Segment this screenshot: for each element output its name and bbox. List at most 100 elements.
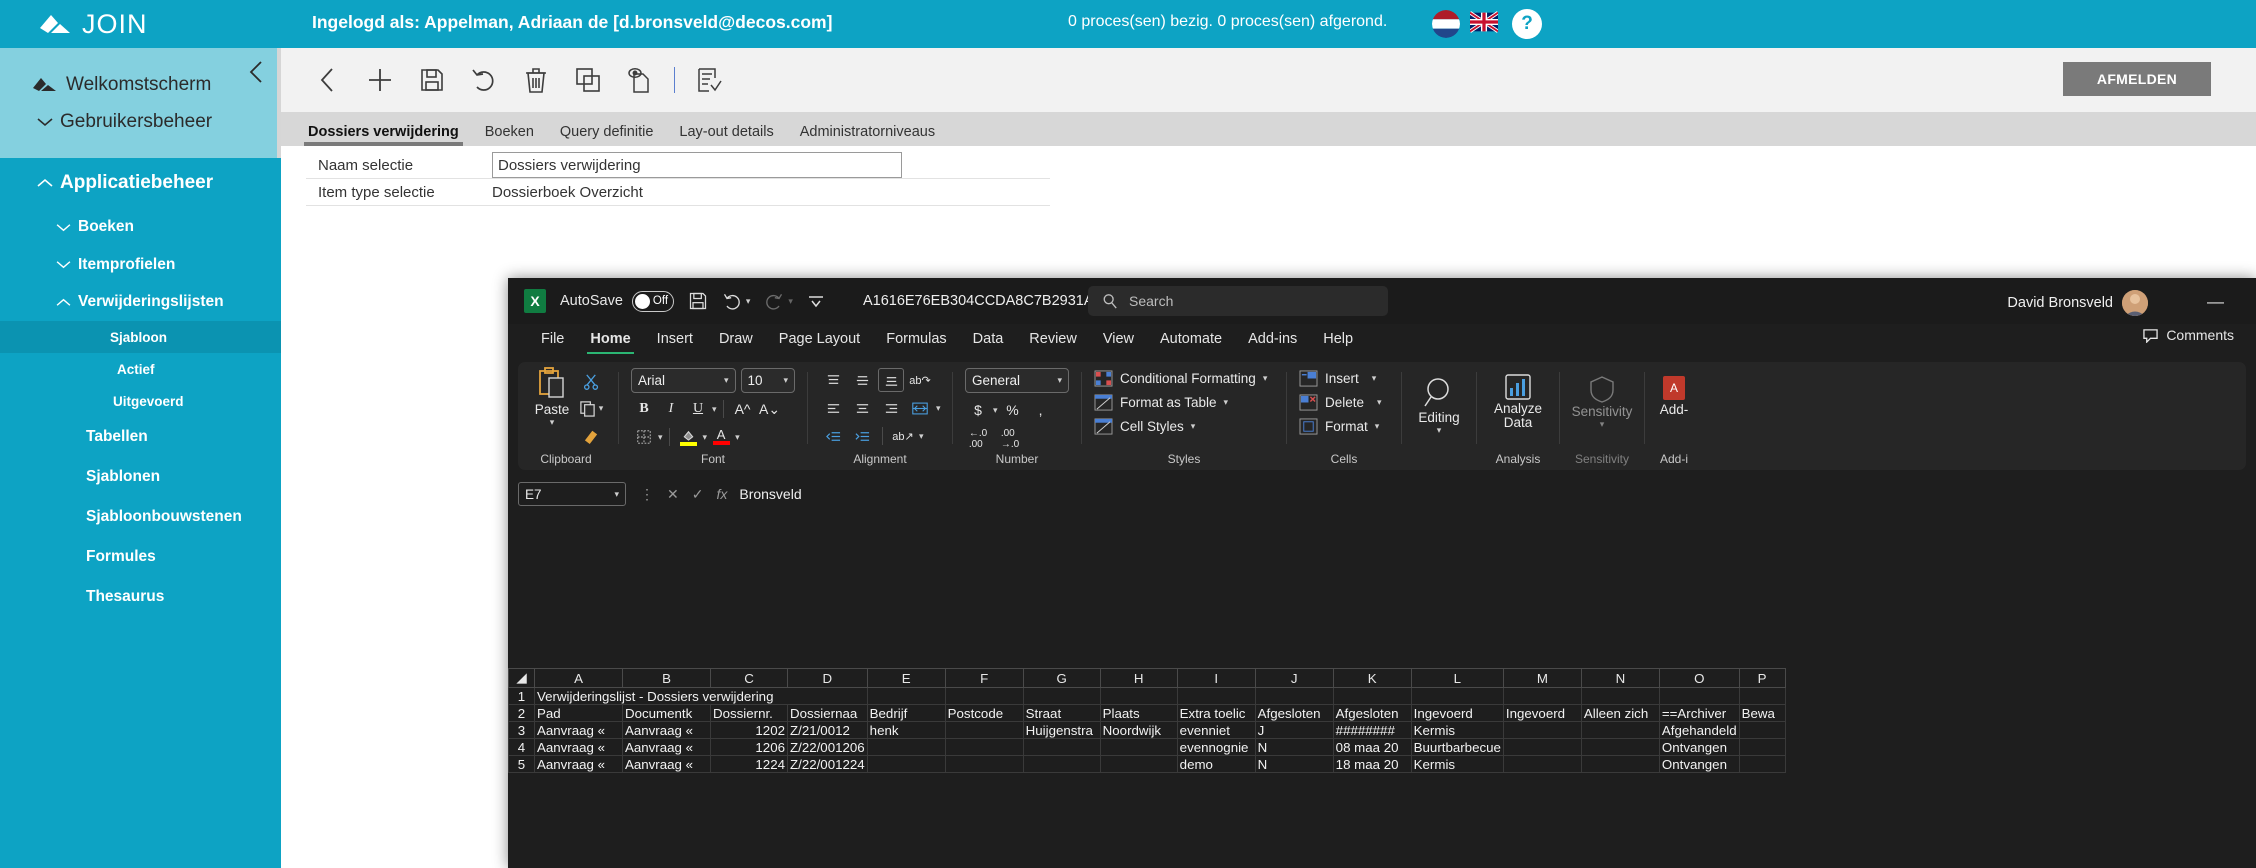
wrap-dropdown-icon[interactable]: ▾: [919, 431, 924, 442]
naam-selectie-input[interactable]: Dossiers verwijdering: [492, 152, 902, 178]
cell[interactable]: 1202: [710, 721, 788, 739]
align-top-icon[interactable]: [820, 368, 846, 392]
tab-review[interactable]: Review: [1016, 331, 1090, 347]
column-header-f[interactable]: F: [944, 668, 1024, 688]
tab-draw[interactable]: Draw: [706, 331, 766, 347]
sidebar-collapse-icon[interactable]: [243, 58, 271, 86]
cell[interactable]: Ingevoerd: [1502, 704, 1582, 722]
merge-center-icon[interactable]: [907, 396, 933, 420]
cell[interactable]: Pad: [534, 704, 623, 722]
select-all-corner[interactable]: ◢: [508, 668, 535, 688]
column-header-i[interactable]: I: [1176, 668, 1256, 688]
cell[interactable]: Aanvraag «: [534, 721, 623, 739]
decrease-indent-icon[interactable]: [820, 424, 846, 448]
cell[interactable]: 08 maa 20: [1332, 738, 1412, 756]
sidebar-item-sjabloonbouwstenen[interactable]: Sjabloonbouwstenen: [0, 497, 281, 537]
chevron-down-icon[interactable]: ▾: [1437, 425, 1442, 436]
align-left-icon[interactable]: [820, 396, 846, 420]
cell[interactable]: [944, 721, 1024, 739]
logout-button[interactable]: AFMELDEN: [2063, 62, 2211, 96]
cell[interactable]: Ontvangen: [1658, 755, 1740, 773]
orientation-icon[interactable]: ab↷: [907, 368, 933, 392]
sidebar-item-gebruikersbeheer[interactable]: Gebruikersbeheer: [0, 100, 281, 144]
format-painter-icon[interactable]: [578, 423, 604, 447]
font-color-dropdown-icon[interactable]: ▾: [735, 432, 740, 443]
font-color-icon[interactable]: A: [708, 425, 734, 449]
preview-icon[interactable]: [614, 58, 666, 102]
cell[interactable]: Extra toelic: [1176, 704, 1256, 722]
tab-file[interactable]: File: [528, 331, 577, 347]
cell[interactable]: [944, 738, 1024, 756]
cell[interactable]: ########: [1332, 721, 1412, 739]
cell[interactable]: Verwijderingslijst - Dossiers verwijderi…: [534, 687, 868, 705]
column-header-p[interactable]: P: [1738, 668, 1786, 688]
cell[interactable]: [1658, 687, 1740, 705]
cell[interactable]: [1022, 755, 1101, 773]
cell[interactable]: 1224: [710, 755, 788, 773]
cut-icon[interactable]: [578, 369, 604, 393]
fill-color-icon[interactable]: [676, 425, 702, 449]
cell[interactable]: [866, 738, 946, 756]
cell[interactable]: [1502, 738, 1582, 756]
tab-automate[interactable]: Automate: [1147, 331, 1235, 347]
font-name-select[interactable]: Arial ▾: [631, 368, 736, 393]
cell[interactable]: evenniet: [1176, 721, 1256, 739]
borders-dropdown-icon[interactable]: ▾: [658, 432, 663, 443]
percent-icon[interactable]: %: [1000, 398, 1026, 422]
cell[interactable]: Kermis: [1410, 755, 1504, 773]
cell[interactable]: Aanvraag «: [622, 755, 711, 773]
currency-icon[interactable]: $: [965, 398, 991, 422]
sidebar-item-sjablonen[interactable]: Sjablonen: [0, 457, 281, 497]
help-icon[interactable]: ?: [1512, 9, 1542, 39]
tab-home[interactable]: Home: [577, 331, 643, 354]
sidebar-item-boeken[interactable]: Boeken: [0, 208, 281, 246]
number-format-select[interactable]: General ▾: [965, 368, 1069, 393]
cell[interactable]: 1206: [710, 738, 788, 756]
cell[interactable]: Documentk: [622, 704, 711, 722]
cell[interactable]: Afgehandeld: [1658, 721, 1740, 739]
sidebar-item-applicatiebeheer[interactable]: Applicatiebeheer: [0, 158, 281, 208]
column-header-o[interactable]: O: [1658, 668, 1740, 688]
cell[interactable]: Kermis: [1410, 721, 1504, 739]
increase-font-size-icon[interactable]: A^: [730, 397, 756, 421]
undo-icon[interactable]: [458, 58, 510, 102]
copy-icon[interactable]: [562, 58, 614, 102]
column-header-b[interactable]: B: [622, 668, 711, 688]
tab-view[interactable]: View: [1090, 331, 1147, 347]
cell[interactable]: [866, 687, 946, 705]
cell[interactable]: Buurtbarbecue: [1410, 738, 1504, 756]
cell[interactable]: J: [1254, 721, 1334, 739]
cell[interactable]: Z/22/001224: [787, 755, 868, 773]
save-icon[interactable]: [688, 291, 708, 311]
borders-icon[interactable]: [631, 425, 657, 449]
comma-icon[interactable]: ,: [1028, 398, 1054, 422]
customize-quick-access-icon[interactable]: [807, 293, 825, 309]
cell[interactable]: [866, 755, 946, 773]
align-bottom-icon[interactable]: [878, 368, 904, 392]
cell[interactable]: [1738, 755, 1786, 773]
undo-icon[interactable]: ▾: [722, 291, 750, 311]
cell[interactable]: [1580, 755, 1660, 773]
flag-uk-icon[interactable]: [1470, 11, 1498, 33]
cell[interactable]: N: [1254, 738, 1334, 756]
currency-dropdown-icon[interactable]: ▾: [993, 405, 998, 416]
cell[interactable]: henk: [866, 721, 946, 739]
cell[interactable]: Aanvraag «: [622, 738, 711, 756]
search-box[interactable]: Search: [1088, 286, 1388, 316]
delete-icon[interactable]: [510, 58, 562, 102]
sidebar-item-actief[interactable]: Actief: [0, 353, 281, 385]
sidebar-item-thesaurus[interactable]: Thesaurus: [0, 577, 281, 617]
row-header[interactable]: 5: [508, 755, 535, 773]
align-right-icon[interactable]: [878, 396, 904, 420]
column-header-c[interactable]: C: [710, 668, 788, 688]
align-center-icon[interactable]: [849, 396, 875, 420]
sidebar-item-itemprofielen[interactable]: Itemprofielen: [0, 246, 281, 283]
cell[interactable]: Aanvraag «: [534, 755, 623, 773]
cell[interactable]: Plaats: [1099, 704, 1178, 722]
cell[interactable]: Bewa: [1738, 704, 1786, 722]
minimize-button[interactable]: —: [2207, 292, 2224, 312]
fx-icon[interactable]: fx: [716, 486, 727, 502]
cell[interactable]: [1502, 687, 1582, 705]
enter-icon[interactable]: ✓: [692, 486, 704, 503]
cell-styles-button[interactable]: Cell Styles ▾: [1094, 418, 1195, 435]
